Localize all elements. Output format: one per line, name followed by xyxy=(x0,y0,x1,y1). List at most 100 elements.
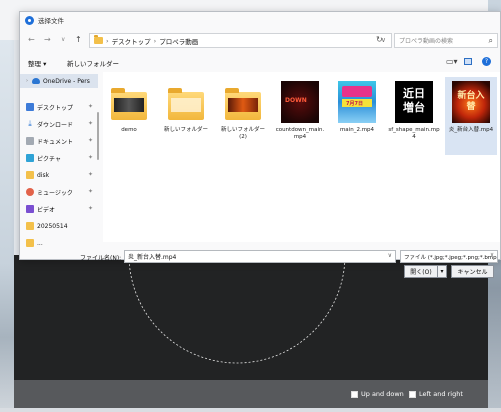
search-icon[interactable]: ⌕ xyxy=(489,36,493,46)
help-icon[interactable]: ? xyxy=(482,57,491,66)
sidebar-item-videos[interactable]: ビデオ ✦ xyxy=(26,202,100,216)
sidebar-item-label: ミュージック xyxy=(37,189,73,197)
sidebar-item-label: OneDrive - Pers xyxy=(43,77,90,85)
sidebar-item-label: ドキュメント xyxy=(37,138,74,146)
dialog-toolbar: 整理 ▾ 新しいフォルダー ▭▾ ? xyxy=(20,54,500,70)
thumbnail-text: DOWN xyxy=(285,96,307,104)
chevron-down-icon[interactable]: ∨ xyxy=(490,252,494,258)
search-box[interactable]: プロペラ動画の検索 ⌕ xyxy=(394,33,498,48)
dialog-titlebar[interactable]: 选择文件 xyxy=(20,12,500,28)
video-icon xyxy=(26,205,34,213)
breadcrumb-desktop[interactable]: デスクトップ xyxy=(112,36,151,46)
music-icon xyxy=(26,188,34,196)
folder-icon xyxy=(26,222,34,230)
sidebar-scrollbar[interactable] xyxy=(97,112,99,160)
thumbnail-text: 新台入替 xyxy=(457,90,485,112)
options-bar: Up and down Left and right xyxy=(14,380,488,408)
video-thumbnail: DOWN xyxy=(281,79,319,124)
open-button[interactable]: 開く(O) xyxy=(404,265,438,278)
download-icon: ⤓ xyxy=(28,119,32,128)
video-thumbnail: 新台入替 xyxy=(452,79,490,124)
sidebar-item-label: デスクトップ xyxy=(37,104,74,112)
filename-value: 炎_新台入替.mp4 xyxy=(128,254,177,261)
preview-pane-icon[interactable] xyxy=(464,58,472,65)
sidebar-item-music[interactable]: ミュージック ✦ xyxy=(26,185,100,199)
filetype-value: ファイル (*.jpg;*.jpeg;*.png;*.bmp xyxy=(404,254,497,261)
file-item-sf-shape-video[interactable]: 近日増台 sf_shape_main.mp4 xyxy=(388,77,440,155)
document-icon xyxy=(26,137,34,145)
file-item-main-2-video[interactable]: 7月7日 main_2.mp4 xyxy=(331,77,383,155)
breadcrumb-separator: › xyxy=(153,36,157,45)
view-options-icon[interactable]: ▭▾ xyxy=(446,57,458,66)
folder-icon xyxy=(167,79,205,124)
sidebar-item-label: ピクチャ xyxy=(37,155,61,163)
desktop-icon xyxy=(26,103,34,111)
breadcrumb-current-folder[interactable]: プロペラ動画 xyxy=(159,36,198,46)
sidebar-item-label: ダウンロード xyxy=(37,121,74,129)
filename-input[interactable]: 炎_新台入替.mp4 ∨ xyxy=(124,250,396,263)
sidebar-item-label: disk xyxy=(37,171,50,179)
left-right-option[interactable]: Left and right xyxy=(409,390,463,398)
sidebar-item-label: 20250514 xyxy=(37,222,68,230)
pin-icon: ✦ xyxy=(88,154,94,161)
file-name: sf_shape_main.mp4 xyxy=(388,127,440,140)
file-name: countdown_main.mp4 xyxy=(275,127,325,140)
open-dropdown-button[interactable]: ▾ xyxy=(437,265,447,278)
video-thumbnail: 7月7日 xyxy=(338,79,376,124)
cancel-button-label: キャンセル xyxy=(457,269,488,276)
folder-icon xyxy=(94,35,103,44)
pin-icon: ✦ xyxy=(88,188,94,195)
sidebar-item-more[interactable]: ... xyxy=(26,236,100,250)
navigation-pane: › OneDrive - Pers デスクトップ ✦ ⤓ ダウンロード ✦ ドキ… xyxy=(20,72,100,250)
pictures-icon xyxy=(26,154,34,162)
file-item-new-folder[interactable]: 新しいフォルダー xyxy=(160,77,212,155)
pin-icon: ✦ xyxy=(88,205,94,212)
filename-label: ファイル名(N): xyxy=(80,255,122,262)
sidebar-item-desktop[interactable]: デスクトップ ✦ xyxy=(26,100,100,114)
cancel-button[interactable]: キャンセル xyxy=(451,265,494,278)
cloud-icon xyxy=(32,78,40,84)
pin-icon: ✦ xyxy=(88,171,94,178)
up-arrow-icon[interactable]: ↑ xyxy=(75,35,82,45)
refresh-icon[interactable]: ↻ xyxy=(376,35,383,44)
forward-arrow-icon[interactable]: → xyxy=(44,35,51,45)
address-bar[interactable]: › デスクトップ › プロペラ動画 ∨ xyxy=(89,33,392,48)
taskbar-edge xyxy=(0,408,501,412)
file-name: 新しいフォルダー (2) xyxy=(220,127,265,140)
left-right-label: Left and right xyxy=(419,390,463,398)
file-open-dialog: 选择文件 ← → ∨ ↑ › デスクトップ › プロペラ動画 ∨ ↻ プロペラ動… xyxy=(19,11,501,263)
up-down-option[interactable]: Up and down xyxy=(351,390,404,398)
file-item-selected-video[interactable]: 新台入替 炎_新台入替.mp4 xyxy=(445,77,497,155)
sidebar-item-label: ビデオ xyxy=(37,206,56,214)
file-item-countdown-video[interactable]: DOWN countdown_main.mp4 xyxy=(274,77,326,155)
sidebar-item-label: ... xyxy=(37,239,43,247)
sidebar-item-onedrive[interactable]: › OneDrive - Pers xyxy=(20,74,98,88)
back-arrow-icon[interactable]: ← xyxy=(28,35,35,45)
sidebar-item-documents[interactable]: ドキュメント ✦ xyxy=(26,134,100,148)
thumbnail-text: 7月7日 xyxy=(346,100,363,107)
file-item-demo[interactable]: demo xyxy=(103,77,155,155)
chevron-down-icon: ▾ xyxy=(440,268,444,275)
folder-icon xyxy=(26,171,34,179)
recent-locations-icon[interactable]: ∨ xyxy=(61,35,65,45)
dialog-title: 选择文件 xyxy=(38,17,64,25)
folder-icon xyxy=(224,79,262,124)
file-name: demo xyxy=(121,127,137,133)
folder-icon xyxy=(110,79,148,124)
file-name: 新しいフォルダー xyxy=(163,127,208,133)
pin-icon: ✦ xyxy=(88,137,94,144)
sidebar-item-downloads[interactable]: ⤓ ダウンロード ✦ xyxy=(26,117,100,131)
filetype-select[interactable]: ファイル (*.jpg;*.jpeg;*.png;*.bmp ∨ xyxy=(400,250,498,263)
file-item-new-folder-2[interactable]: 新しいフォルダー (2) xyxy=(217,77,269,155)
left-right-checkbox[interactable] xyxy=(409,390,416,398)
desktop-wallpaper-left xyxy=(0,40,14,412)
chevron-down-icon[interactable]: ∨ xyxy=(388,252,392,259)
sidebar-item-20250514[interactable]: 20250514 xyxy=(26,219,100,233)
new-folder-button[interactable]: 新しいフォルダー xyxy=(67,58,119,68)
up-down-checkbox[interactable] xyxy=(351,390,358,398)
sidebar-item-disk[interactable]: disk ✦ xyxy=(26,168,100,182)
folder-icon xyxy=(26,239,34,247)
expand-chevron-icon[interactable]: › xyxy=(26,78,28,84)
sidebar-item-pictures[interactable]: ピクチャ ✦ xyxy=(26,151,100,165)
organize-button[interactable]: 整理 ▾ xyxy=(28,58,46,68)
